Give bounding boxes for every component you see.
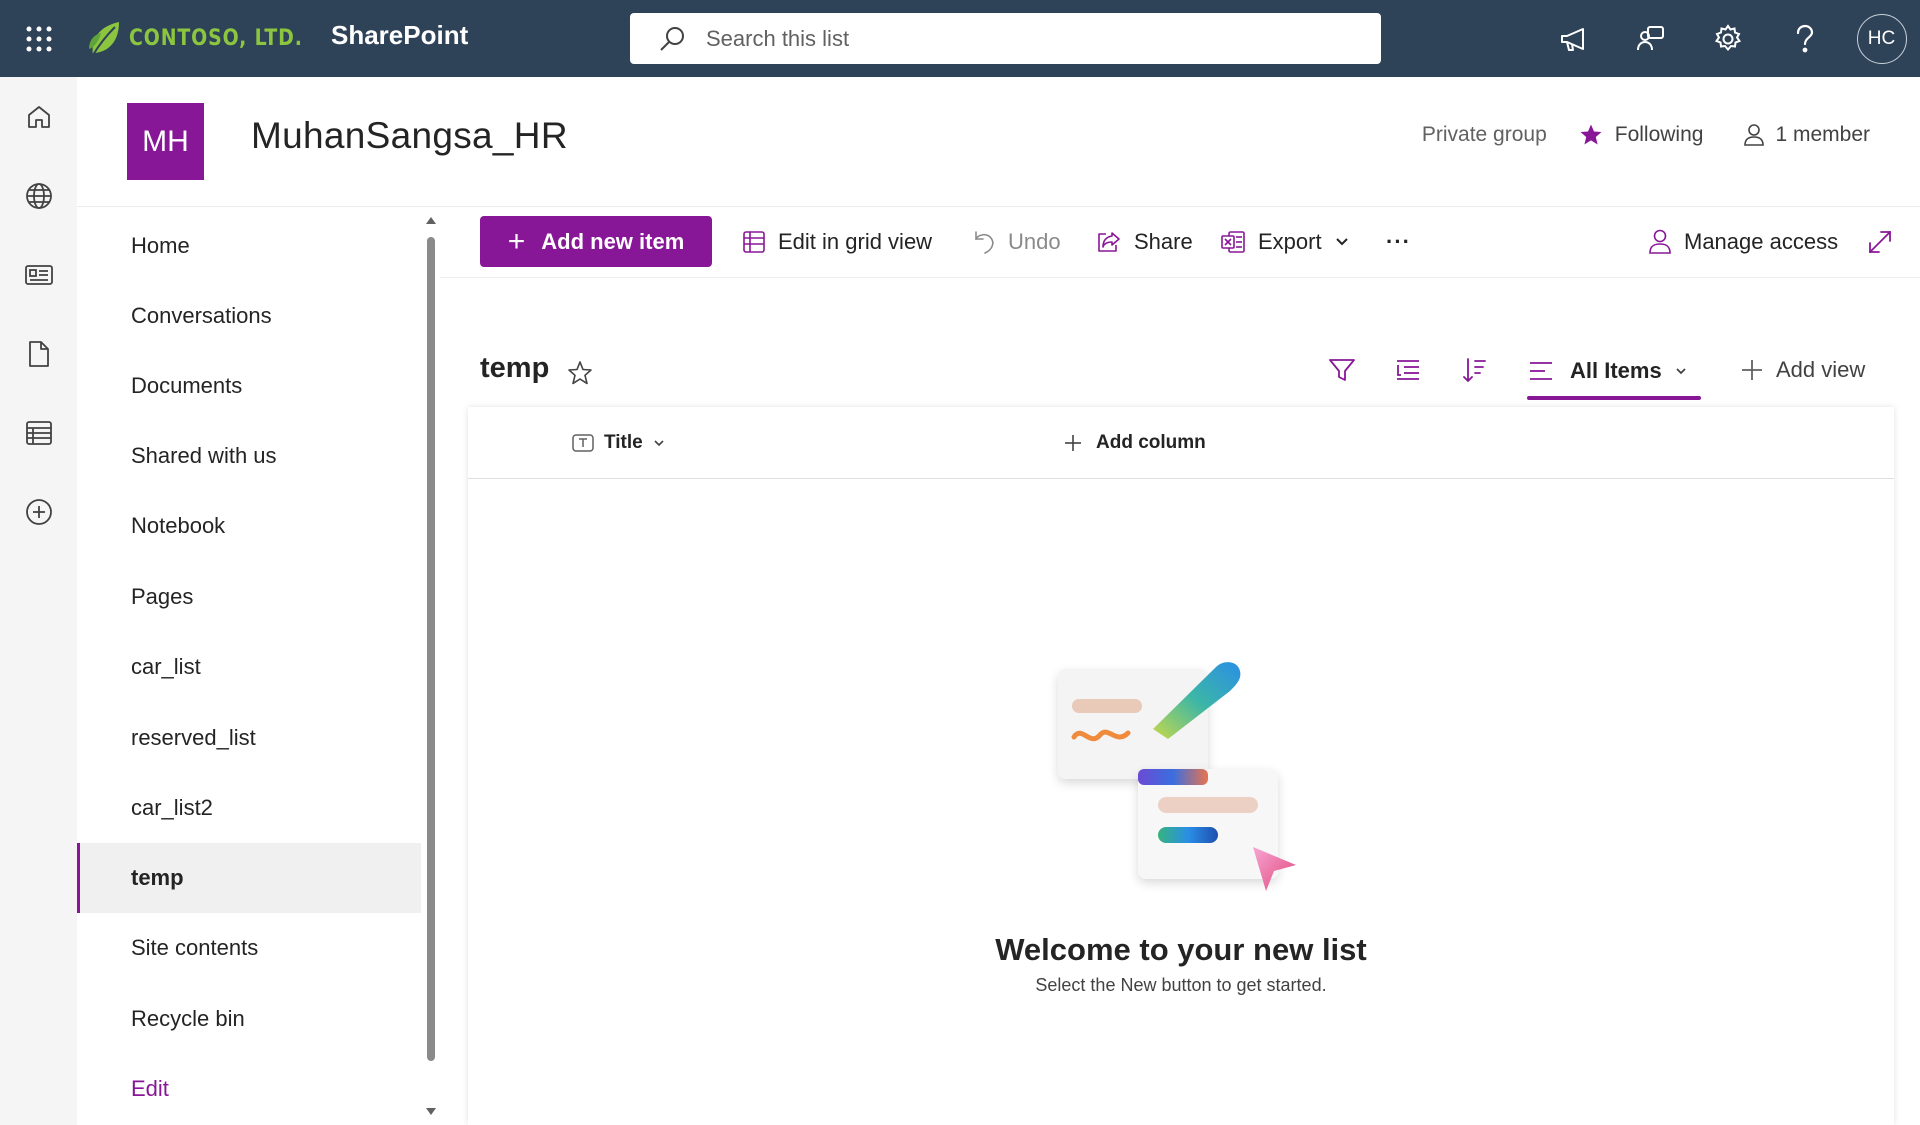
add-column-button[interactable]: Add column — [1064, 425, 1206, 461]
account-button[interactable]: HC — [1843, 0, 1920, 77]
follow-button[interactable]: Following — [1579, 123, 1704, 147]
nav-item-shared-with-us[interactable]: Shared with us — [77, 421, 421, 491]
app-name[interactable]: SharePoint — [331, 20, 468, 51]
nav-item-conversations[interactable]: Conversations — [77, 281, 421, 351]
column-header-title-label: Title — [604, 432, 643, 453]
plus-icon — [1742, 360, 1762, 380]
text-column-icon — [572, 434, 594, 452]
help-icon[interactable] — [1766, 0, 1843, 77]
app-launcher-icon[interactable] — [0, 0, 77, 77]
megaphone-icon[interactable] — [1535, 0, 1612, 77]
expand-icon — [1869, 230, 1891, 253]
nav-scrollbar[interactable] — [424, 208, 438, 1125]
search-input[interactable]: Search this list — [706, 26, 849, 52]
share-icon — [1098, 231, 1120, 252]
nav-item-site-contents[interactable]: Site contents — [77, 913, 421, 983]
news-icon[interactable] — [0, 235, 77, 314]
command-bar: + Add new item Edit in grid view Undo Sh… — [440, 208, 1920, 278]
left-navigation: Home Conversations Documents Shared with… — [77, 208, 436, 1125]
members-label: 1 member — [1775, 123, 1870, 146]
nav-item-pages[interactable]: Pages — [77, 562, 421, 632]
column-header-title[interactable]: Title — [572, 425, 665, 461]
app-bar — [0, 77, 77, 1125]
undo-button[interactable]: Undo — [972, 216, 1061, 267]
add-new-item-label: Add new item — [541, 228, 685, 254]
more-icon: ··· — [1386, 228, 1411, 254]
share-label: Share — [1134, 228, 1193, 254]
nav-scroll-thumb[interactable] — [427, 237, 435, 1061]
teams-chat-icon[interactable] — [1612, 0, 1689, 77]
list-title: temp — [480, 352, 550, 384]
create-icon[interactable] — [0, 472, 77, 551]
chevron-down-icon — [654, 440, 664, 447]
scroll-up-icon[interactable] — [424, 214, 438, 228]
nav-item-temp[interactable]: temp — [77, 843, 421, 913]
site-header: MH MuhanSangsa_HR Private group Followin… — [77, 77, 1920, 207]
undo-label: Undo — [1008, 228, 1061, 254]
sort-icon[interactable] — [1454, 350, 1494, 390]
search-box[interactable]: Search this list — [630, 13, 1381, 64]
search-icon — [660, 26, 684, 51]
files-icon[interactable] — [0, 314, 77, 393]
edit-grid-view-label: Edit in grid view — [778, 228, 933, 254]
grid-icon — [743, 230, 765, 253]
empty-state-title: Welcome to your new list — [995, 932, 1367, 967]
star-filled-icon — [1580, 124, 1602, 145]
grid-header: Title Add column — [468, 407, 1894, 479]
company-name: CONTOSO, LTD. — [129, 26, 303, 51]
nav-item-home[interactable]: Home — [77, 211, 421, 281]
chevron-down-icon — [1335, 237, 1348, 245]
manage-access-label: Manage access — [1684, 228, 1839, 254]
person-icon — [1649, 229, 1671, 254]
nav-item-reserved-list[interactable]: reserved_list — [77, 703, 421, 773]
members-button[interactable]: 1 member — [1743, 123, 1870, 147]
star-outline-icon[interactable] — [567, 360, 593, 386]
person-icon — [1744, 124, 1765, 146]
excel-icon — [1221, 230, 1245, 253]
home-icon[interactable] — [0, 77, 77, 156]
company-logo[interactable]: CONTOSO, LTD. — [87, 0, 331, 77]
share-button[interactable]: Share — [1096, 216, 1193, 267]
gear-icon[interactable] — [1689, 0, 1766, 77]
avatar: HC — [1856, 13, 1907, 64]
globe-icon[interactable] — [0, 156, 77, 235]
export-label: Export — [1258, 228, 1322, 254]
nav-edit-link[interactable]: Edit — [77, 1054, 421, 1124]
nav-item-documents[interactable]: Documents — [77, 351, 421, 421]
site-logo[interactable]: MH — [127, 103, 204, 180]
leaf-icon — [89, 21, 119, 56]
export-button[interactable]: Export — [1220, 216, 1350, 267]
lists-icon[interactable] — [0, 393, 77, 472]
plus-icon: + — [507, 224, 526, 258]
follow-label: Following — [1614, 123, 1704, 146]
nav-item-notebook[interactable]: Notebook — [77, 491, 421, 561]
group-by-icon[interactable] — [1388, 350, 1428, 390]
plus-icon — [1065, 435, 1081, 451]
nav-item-car-list[interactable]: car_list — [77, 632, 421, 702]
site-title[interactable]: MuhanSangsa_HR — [251, 115, 568, 157]
chevron-down-icon — [1676, 368, 1686, 375]
add-new-item-button[interactable]: + Add new item — [480, 216, 712, 267]
privacy-label: Private group — [1421, 123, 1547, 146]
list-view-icon — [1530, 362, 1552, 380]
more-commands-button[interactable]: ··· — [1386, 216, 1411, 267]
empty-list-illustration — [1058, 662, 1296, 891]
list-grid: Title Add column Welcome to your new lis… — [468, 407, 1894, 1125]
add-view-button[interactable]: Add view — [1740, 350, 1865, 390]
undo-icon — [975, 230, 994, 254]
suite-bar: CONTOSO, LTD. SharePoint Search this lis… — [0, 0, 1920, 77]
view-selected-indicator — [1527, 396, 1701, 400]
manage-access-button[interactable]: Manage access — [1648, 216, 1838, 267]
nav-item-recycle-bin[interactable]: Recycle bin — [77, 984, 421, 1054]
empty-state-subtitle: Select the New button to get started. — [1035, 975, 1327, 995]
filter-icon[interactable] — [1322, 350, 1362, 390]
edit-grid-view-button[interactable]: Edit in grid view — [742, 216, 932, 267]
add-column-label: Add column — [1096, 432, 1206, 453]
expand-button[interactable] — [1868, 216, 1892, 267]
add-view-label: Add view — [1776, 357, 1866, 382]
nav-item-car-list2[interactable]: car_list2 — [77, 773, 421, 843]
scroll-down-icon[interactable] — [424, 1104, 438, 1118]
current-view-label: All Items — [1570, 358, 1662, 383]
